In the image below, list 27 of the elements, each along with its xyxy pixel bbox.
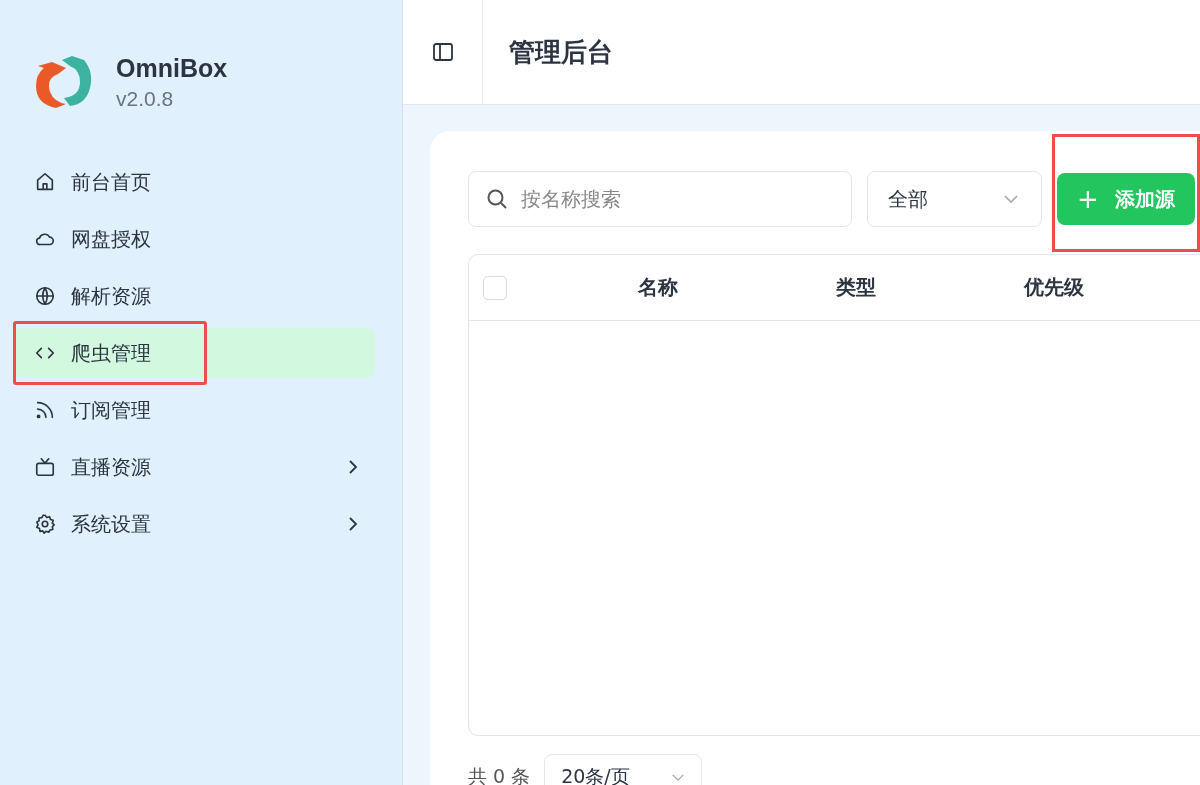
column-header: 优先级	[1024, 275, 1084, 299]
app-name: OmniBox	[116, 53, 228, 83]
sidebar-item[interactable]: 爬虫管理	[14, 328, 375, 378]
sidebar-item[interactable]: 前台首页	[14, 157, 375, 207]
chevron-down-icon	[671, 772, 686, 782]
page-title: 管理后台	[509, 35, 613, 69]
select-all-checkbox[interactable]	[483, 275, 507, 300]
chevron-right-icon	[347, 459, 359, 475]
sidebar-item[interactable]: 网盘授权	[14, 214, 375, 264]
home-icon	[34, 171, 56, 193]
sidebar-item[interactable]: 解析资源	[14, 271, 375, 321]
chevron-right-icon	[347, 516, 359, 532]
page-size-dropdown[interactable]: 20条/页	[544, 754, 703, 785]
tv-icon	[34, 456, 56, 478]
column-header: 类型	[836, 275, 876, 299]
sidebar-item[interactable]: 系统设置	[14, 499, 375, 549]
globe-icon	[34, 285, 56, 307]
rss-icon	[34, 399, 56, 421]
app-version: v2.0.8	[116, 86, 175, 111]
chevron-down-icon	[1003, 194, 1019, 204]
sidebar-item[interactable]: 订阅管理	[14, 385, 375, 435]
column-header: 名称	[638, 275, 678, 299]
settings-icon	[34, 513, 56, 535]
search-icon	[485, 187, 509, 211]
type-filter-dropdown[interactable]: 全部	[867, 171, 1042, 227]
sidebar-item[interactable]: 直播资源	[14, 442, 375, 492]
search-field[interactable]: 按名称搜索	[468, 171, 852, 227]
